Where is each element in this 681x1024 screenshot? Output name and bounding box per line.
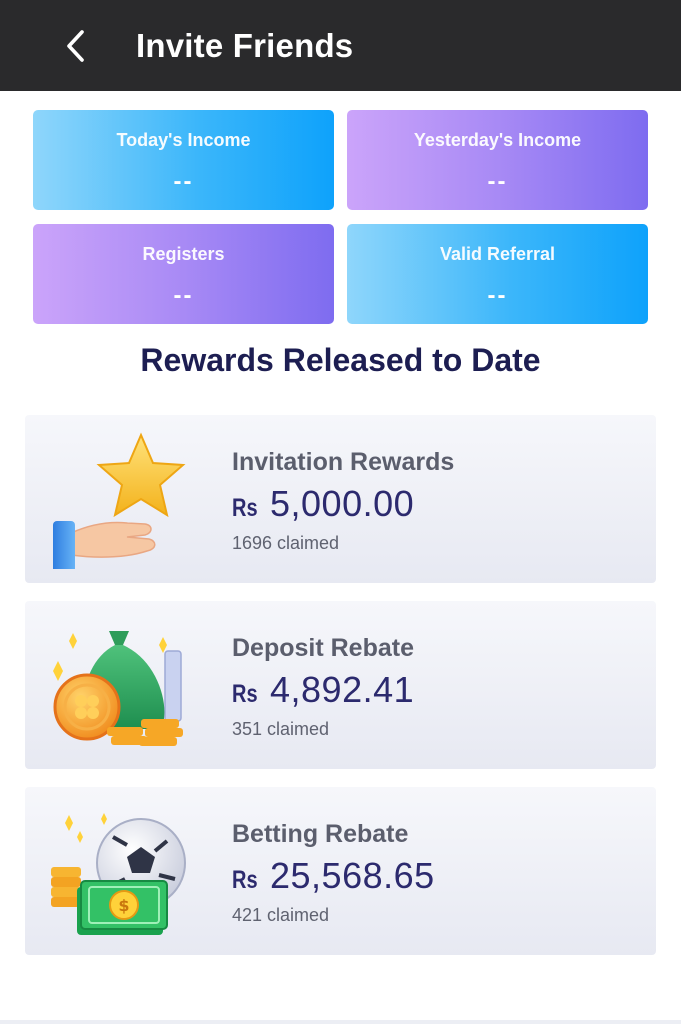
stat-label: Today's Income [116,130,251,150]
currency-symbol: Rs [232,494,258,522]
rewards-section-title: Rewards Released to Date [140,342,541,378]
currency-symbol: Rs [232,680,258,708]
reward-card-betting-rebate[interactable]: $ Betting Rebate Rs 25,568.65 421 claime… [25,787,656,955]
page-title: Invite Friends [136,27,354,64]
reward-amount: Rs 5,000.00 [232,483,414,525]
reward-title: Betting Rebate [232,820,409,848]
currency-symbol: Rs [232,866,258,894]
stat-card-yesterdays-income: Yesterday's Income -- [347,110,648,210]
hand-star-icon [53,432,186,569]
reward-claimed-count: 351 claimed [232,719,330,739]
reward-title: Deposit Rebate [232,634,414,662]
reward-amount-value: 5,000.00 [270,483,415,524]
back-button[interactable] [52,22,100,70]
reward-amount: Rs 25,568.65 [232,855,435,897]
stat-card-todays-income: Today's Income -- [33,110,334,210]
reward-claimed-count: 1696 claimed [232,533,340,553]
reward-title: Invitation Rewards [232,448,455,476]
reward-amount-value: 25,568.65 [270,855,435,896]
chevron-left-icon [67,30,84,62]
reward-card-invitation[interactable]: Invitation Rewards Rs 5,000.00 1696 clai… [25,415,656,583]
money-bag-icon [53,631,183,746]
stat-card-registers: Registers -- [33,224,334,324]
stat-label: Yesterday's Income [413,130,582,150]
stat-card-valid-referral: Valid Referral -- [347,224,648,324]
reward-amount-value: 4,892.41 [270,669,415,710]
reward-amount: Rs 4,892.41 [232,669,414,711]
bottom-divider [0,1020,681,1024]
reward-card-deposit-rebate[interactable]: Deposit Rebate Rs 4,892.41 351 claimed [25,601,656,769]
stat-value: -- [173,282,194,309]
stat-value: -- [487,282,508,309]
top-bar: Invite Friends [0,0,681,91]
stat-value: -- [487,168,508,195]
reward-claimed-count: 421 claimed [232,905,330,925]
stat-value: -- [173,168,194,195]
stat-label: Valid Referral [439,244,556,264]
stat-label: Registers [142,244,225,264]
svg-text:$: $ [118,896,129,915]
soccer-cash-icon: $ [51,813,186,935]
